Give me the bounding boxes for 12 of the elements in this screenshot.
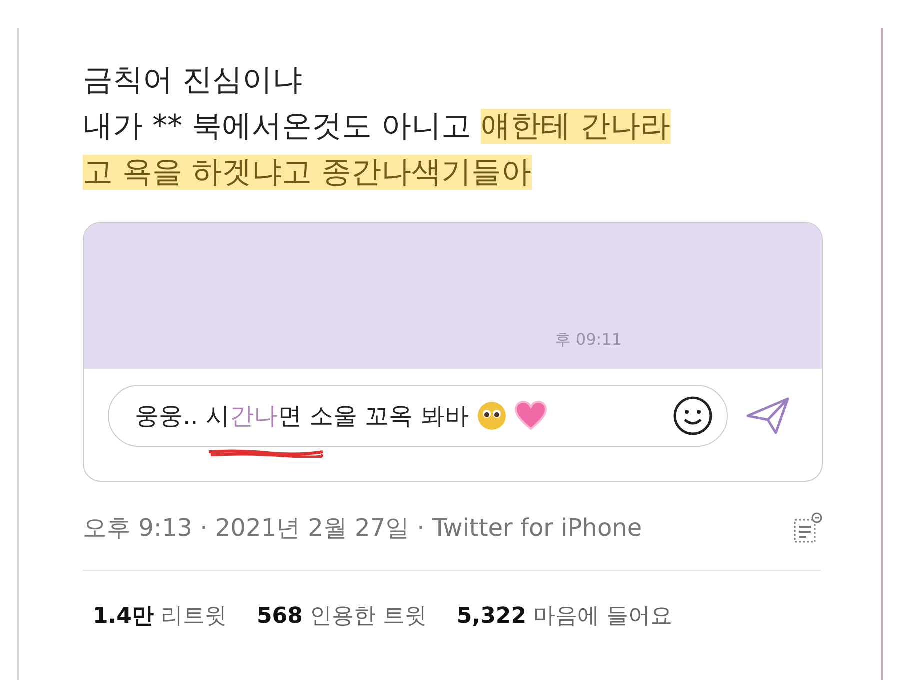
tweet-stat[interactable]: 1.4만 리트윗 bbox=[93, 601, 227, 631]
tweet-stat[interactable]: 5,322 마음에 들어요 bbox=[456, 601, 673, 631]
tweet-stat[interactable]: 568 인용한 트윗 bbox=[256, 601, 427, 631]
analytics-icon[interactable] bbox=[793, 512, 823, 544]
pleading-emoji-icon bbox=[476, 401, 507, 431]
emoji-icon[interactable] bbox=[673, 396, 713, 436]
tweet-timestamp: 오후 9:13 · 2021년 2월 27일 · Twitter for iPhone bbox=[83, 513, 642, 544]
heart-icon bbox=[514, 401, 547, 431]
tweet-text-line: 내가 ** 북에서온것도 아니고 얘한테 간나라 bbox=[83, 108, 672, 146]
message-timestamp: 후 09:11 bbox=[554, 330, 622, 351]
send-icon[interactable] bbox=[746, 396, 790, 436]
tweet-text-line: 금칙어 진심이냐 bbox=[83, 62, 304, 100]
